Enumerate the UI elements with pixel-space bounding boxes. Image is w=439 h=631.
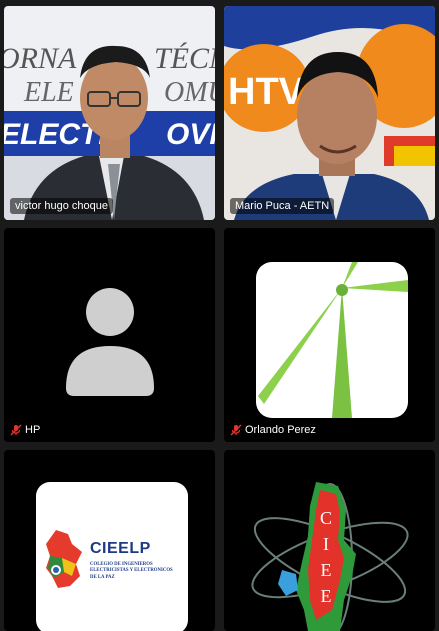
cieelp-acronym: CIEELP: [90, 540, 151, 557]
participant-name-tag: HP: [10, 424, 40, 436]
cieelp-map-logo: [46, 530, 82, 588]
avatar-body: [66, 346, 154, 396]
participant-tile-mario[interactable]: HTV Mario Puca - AETN: [224, 6, 435, 220]
cieelp-name-line-2: ELECTRICISTAS Y ELECTRONICOS: [90, 568, 173, 574]
ciee-letter: I: [323, 534, 329, 554]
avatar-placeholder: [66, 288, 154, 396]
participant-name-tag: victor hugo choque: [10, 198, 113, 214]
participant-name: Mario Puca - AETN: [235, 200, 330, 212]
participant-video: HTV: [224, 6, 435, 220]
participant-tile-hp[interactable]: HP: [4, 228, 215, 442]
ciee-letter: C: [320, 508, 332, 528]
participant-name: HP: [25, 424, 41, 436]
participant-tile-ciee[interactable]: C I E E: [224, 450, 435, 631]
avatar-head: [86, 288, 134, 336]
channel-logo-text: HTV: [228, 71, 305, 113]
participant-tile-victor[interactable]: ORNA TÉCN ELE OMU ELECTI OVIL victor hug…: [4, 6, 215, 220]
profile-card: CIEELP COLEGIO DE INGENIEROS ELECTRICIST…: [36, 482, 188, 631]
participant-profile-picture: [256, 262, 408, 418]
backdrop-text-4: OMU: [164, 77, 215, 108]
participant-tile-cieelp[interactable]: CIEELP COLEGIO DE INGENIEROS ELECTRICIST…: [4, 450, 215, 631]
backdrop-text-1: ORNA: [4, 42, 77, 75]
backdrop-text-2: TÉCN: [154, 42, 215, 75]
cieelp-name-line-3: DE LA PAZ: [90, 574, 115, 580]
cieelp-full-name: COLEGIO DE INGENIEROS ELECTRICISTAS Y EL…: [90, 562, 186, 581]
mic-off-icon: [230, 424, 242, 436]
backdrop-text-3: ELE: [23, 77, 74, 108]
video-grid: ORNA TÉCN ELE OMU ELECTI OVIL victor hug…: [4, 6, 435, 631]
participant-name-tag: Orlando Perez: [230, 424, 316, 436]
participant-tile-orlando[interactable]: Orlando Perez: [224, 228, 435, 442]
mic-off-icon: [10, 424, 22, 436]
ciee-letter: E: [321, 560, 332, 580]
participant-name: victor hugo choque: [15, 200, 108, 212]
participant-name: Orlando Perez: [245, 424, 316, 436]
participant-video: ORNA TÉCN ELE OMU ELECTI OVIL: [4, 6, 215, 220]
ciee-letter: E: [321, 586, 332, 606]
participant-name-tag: Mario Puca - AETN: [230, 198, 335, 214]
ciee-map-logo: C I E E: [251, 482, 409, 631]
backdrop-text-6: OVIL: [166, 118, 215, 151]
